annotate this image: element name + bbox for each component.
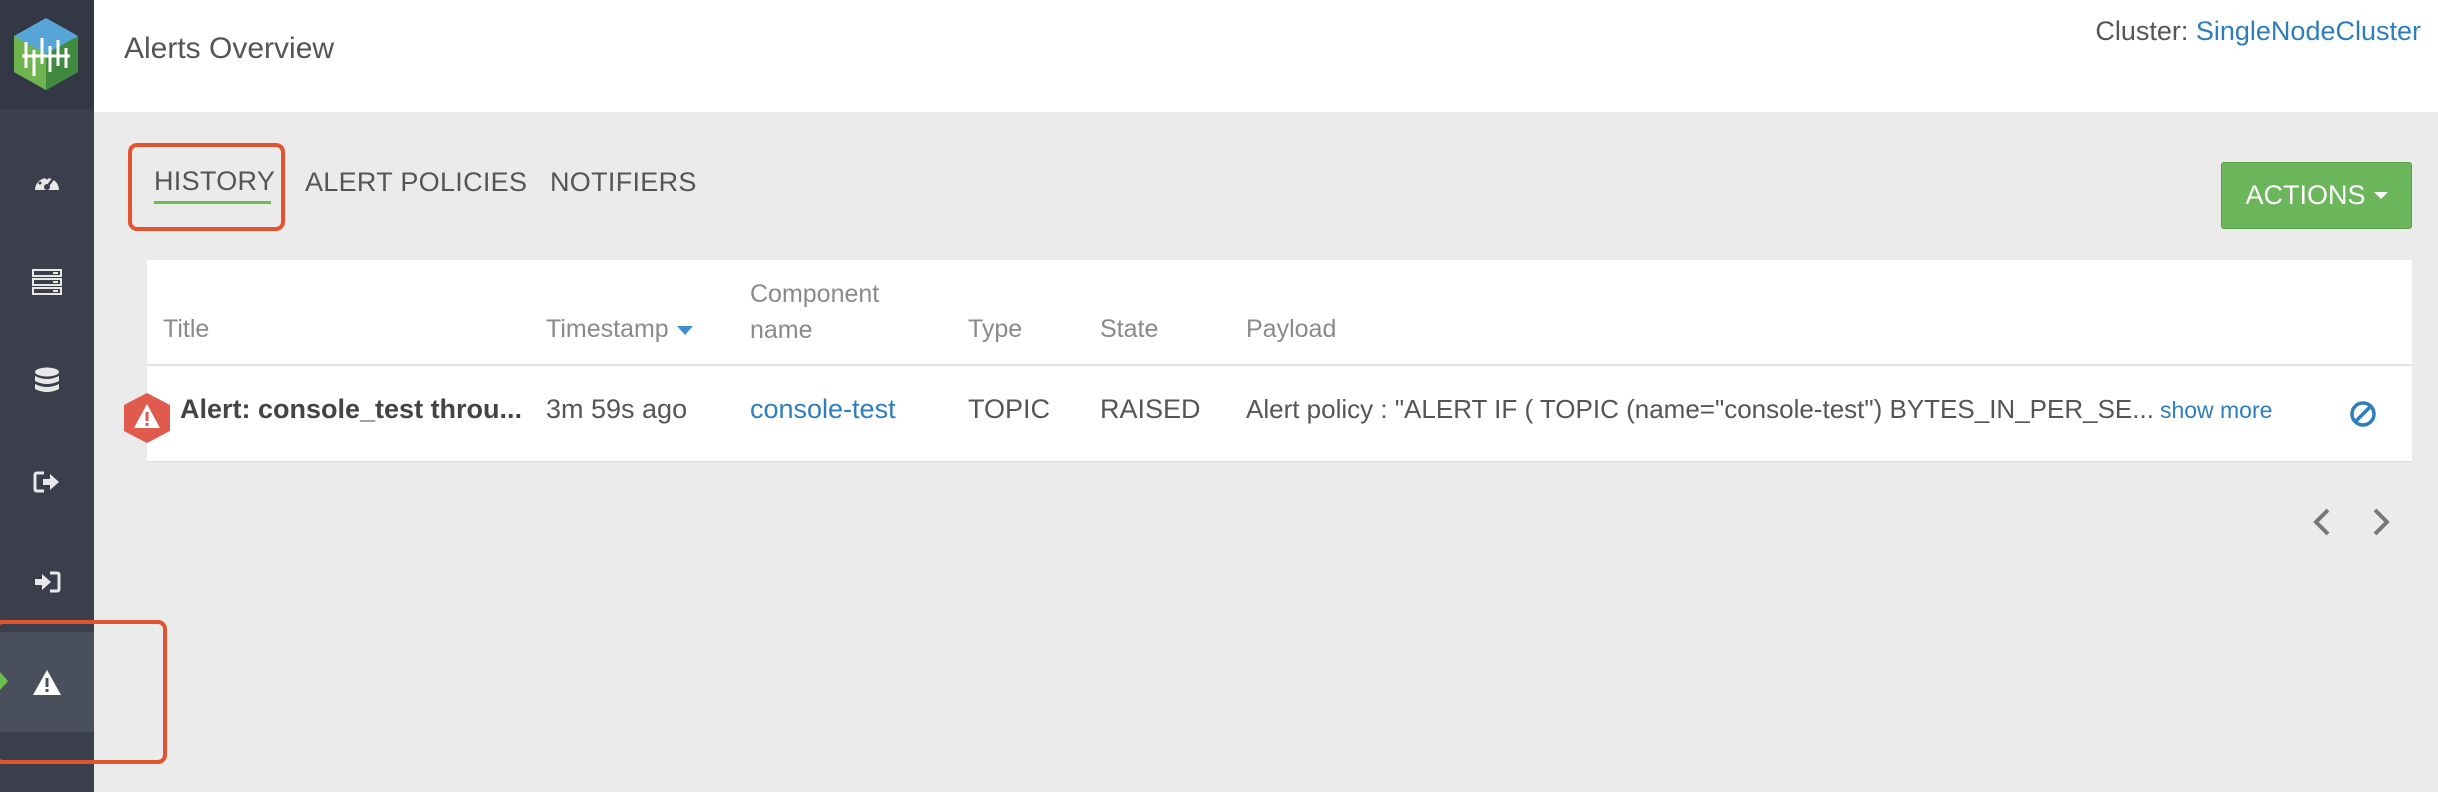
nav-servers[interactable] [0, 232, 94, 332]
chevron-left-icon[interactable] [2310, 507, 2334, 542]
nav-consumers[interactable] [0, 532, 94, 632]
chevron-right-icon[interactable] [2369, 507, 2393, 542]
nav-producers[interactable] [0, 432, 94, 532]
row-state: RAISED [1100, 394, 1201, 424]
sign-in-icon [33, 570, 61, 594]
tab-notifiers[interactable]: NOTIFIERS [550, 167, 697, 198]
column-header-timestamp-label: Timestamp [546, 315, 669, 343]
column-header-component-line1: Component [750, 280, 880, 308]
highlight-box-alerts-nav [0, 620, 167, 764]
row-payload: Alert policy : "ALERT IF ( TOPIC (name="… [1246, 394, 2272, 425]
column-header-component-line2: name [750, 316, 813, 344]
column-header-title[interactable]: Title [163, 311, 209, 347]
table-bottom-divider [147, 461, 2412, 463]
column-header-timestamp[interactable]: Timestamp [546, 311, 693, 347]
table-header-divider [147, 364, 2412, 366]
column-header-payload[interactable]: Payload [1246, 311, 1336, 347]
row-title[interactable]: Alert: console_test throu... [180, 394, 522, 425]
caret-down-icon [2373, 192, 2388, 199]
highlight-box-history-tab [128, 143, 285, 231]
tab-alert-policies[interactable]: ALERT POLICIES [305, 167, 527, 198]
dismiss-ban-icon[interactable] [2349, 400, 2377, 433]
show-more-link[interactable]: show more [2160, 397, 2272, 423]
column-header-type[interactable]: Type [968, 311, 1022, 347]
page-header: Alerts Overview Cluster: SingleNodeClust… [94, 0, 2438, 112]
alert-severity-icon [123, 392, 171, 449]
row-timestamp: 3m 59s ago [546, 394, 688, 424]
actions-label: ACTIONS [2245, 180, 2366, 210]
cluster-indicator: Cluster: SingleNodeCluster [2095, 16, 2421, 47]
nav-database[interactable] [0, 332, 94, 432]
row-component-link[interactable]: console-test [750, 394, 896, 425]
dashboard-gauge-icon [32, 170, 62, 194]
sort-desc-icon [676, 325, 693, 335]
app-logo[interactable] [0, 0, 94, 109]
alerts-history-table: Title Timestamp Component name Type Stat… [147, 260, 2412, 463]
row-type: TOPIC [968, 394, 1051, 424]
sign-out-icon [33, 470, 61, 494]
cluster-name-link[interactable]: SingleNodeCluster [2196, 16, 2421, 46]
cluster-label: Cluster: [2095, 16, 2189, 46]
column-header-component-name[interactable]: Component name [750, 276, 879, 348]
servers-icon [32, 269, 62, 295]
database-icon [34, 367, 60, 397]
actions-dropdown-button[interactable]: ACTIONS [2221, 162, 2412, 229]
row-payload-text: Alert policy : "ALERT IF ( TOPIC (name="… [1246, 394, 2154, 424]
page-title: Alerts Overview [124, 32, 335, 65]
nav-dashboard[interactable] [0, 132, 94, 232]
column-header-state[interactable]: State [1100, 311, 1158, 347]
